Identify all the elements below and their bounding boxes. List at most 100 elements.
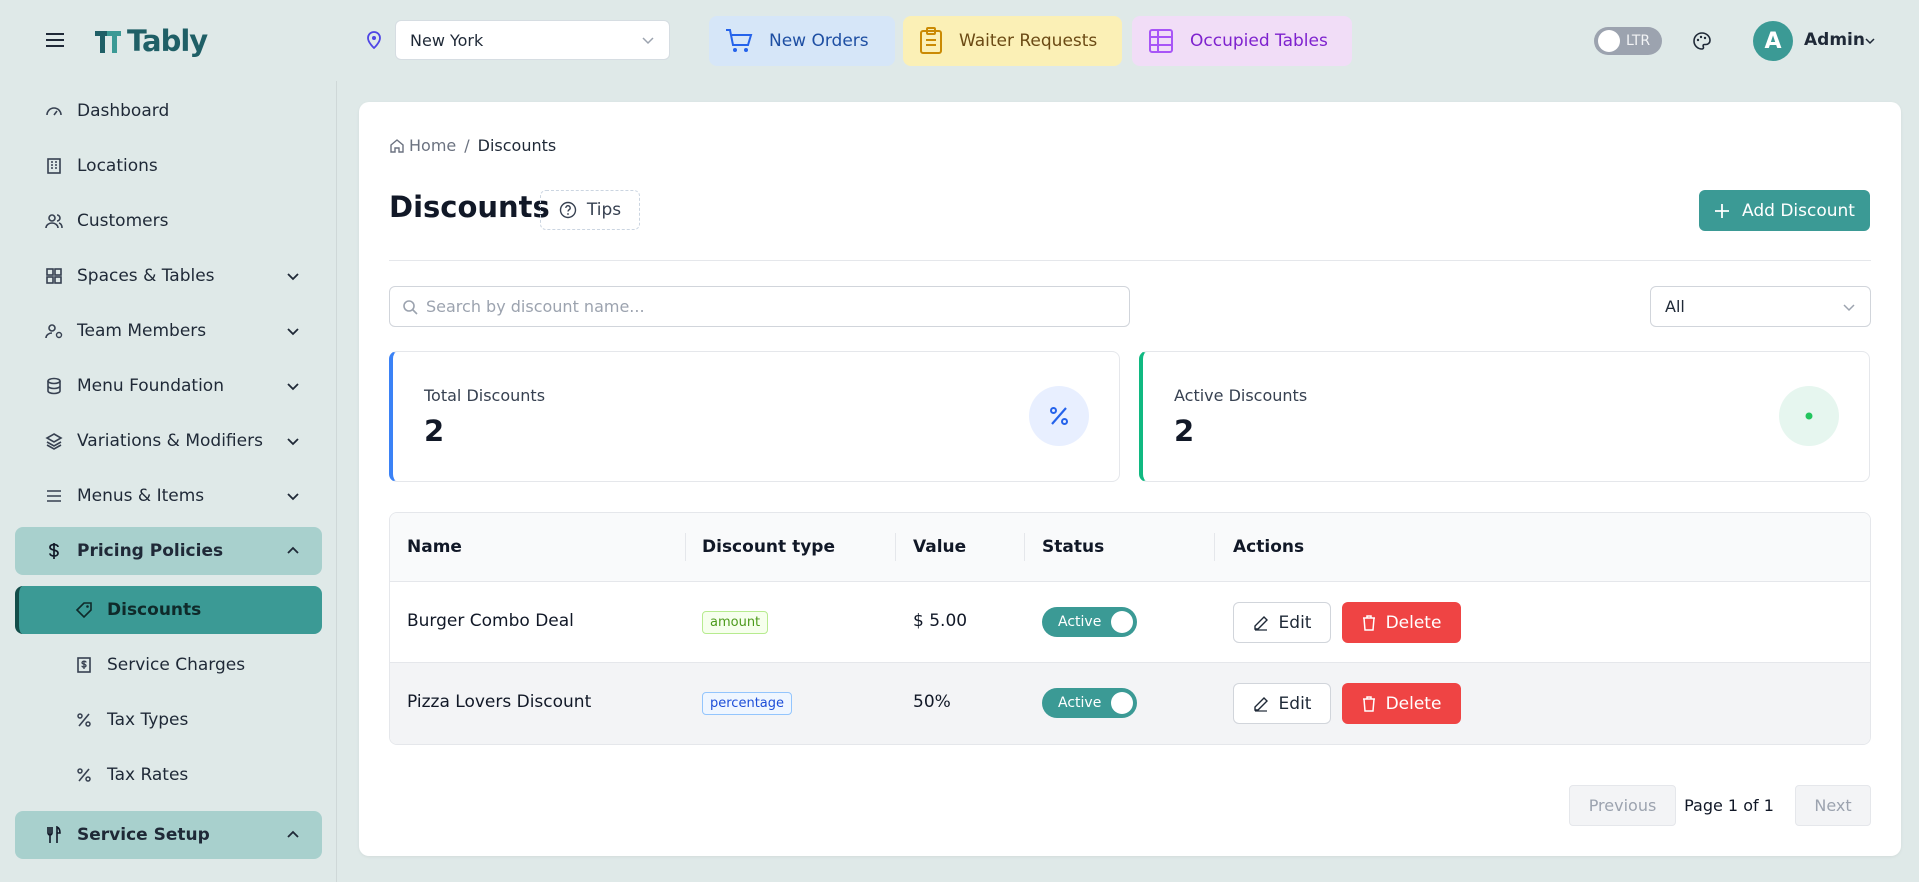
page-indicator: Page 1 of 1 xyxy=(1684,796,1774,815)
sidebar-item-label: Menus & Items xyxy=(77,486,205,506)
search-input[interactable] xyxy=(426,297,1106,316)
sidebar-item-label: Service Setup xyxy=(77,825,210,845)
location-pin-icon xyxy=(366,31,382,49)
delete-button[interactable]: Delete xyxy=(1342,683,1461,724)
chevron-down-icon xyxy=(287,383,299,391)
sidebar-sub-item-label: Tax Types xyxy=(107,710,189,730)
location-select[interactable]: New York xyxy=(395,20,670,60)
database-icon xyxy=(47,377,61,395)
chevron-down-icon xyxy=(287,493,299,501)
status-toggle[interactable]: Active xyxy=(1042,607,1137,637)
status-toggle[interactable]: Active xyxy=(1042,688,1137,718)
direction-toggle[interactable]: LTR xyxy=(1594,27,1662,55)
clipboard-icon xyxy=(920,27,942,54)
search-field[interactable] xyxy=(389,286,1130,327)
sidebar-item-team-members[interactable]: Team Members xyxy=(15,307,322,355)
discount-type-badge: percentage xyxy=(702,692,793,715)
trash-icon xyxy=(1362,695,1375,712)
occupied-tables-button[interactable]: Occupied Tables xyxy=(1132,16,1352,66)
chevron-down-icon xyxy=(642,37,654,45)
column-header-status: Status xyxy=(1042,537,1105,557)
breadcrumb-home-link[interactable]: Home xyxy=(409,136,456,155)
palette-icon[interactable] xyxy=(1692,31,1712,51)
sidebar-item-locations[interactable]: Locations xyxy=(15,142,322,190)
sidebar-sub-item-label: Discounts xyxy=(107,600,202,620)
sidebar-item-spaces-tables[interactable]: Spaces & Tables xyxy=(15,252,322,300)
delete-button[interactable]: Delete xyxy=(1342,602,1461,643)
column-header-actions: Actions xyxy=(1233,537,1305,557)
previous-page-button[interactable]: Previous xyxy=(1569,785,1676,826)
edit-button[interactable]: Edit xyxy=(1233,602,1331,643)
shopping-cart-icon xyxy=(726,29,753,52)
discount-name: Pizza Lovers Discount xyxy=(407,692,592,712)
breadcrumb-separator: / xyxy=(464,136,470,155)
column-header-discount-type: Discount type xyxy=(702,537,835,557)
next-page-button[interactable]: Next xyxy=(1795,785,1871,826)
help-circle-icon xyxy=(559,201,577,219)
table-row: Burger Combo Deal amount $ 5.00 Active E… xyxy=(390,582,1870,663)
column-divider xyxy=(685,533,686,561)
discount-type-badge: amount xyxy=(702,611,769,634)
total-discounts-card: Total Discounts 2 xyxy=(389,351,1120,482)
plus-icon xyxy=(1715,203,1730,218)
column-divider xyxy=(1024,533,1025,561)
stat-label: Total Discounts xyxy=(424,386,546,405)
breadcrumb-current: Discounts xyxy=(477,136,557,155)
discounts-table: Name Discount type Value Status Actions … xyxy=(389,512,1871,745)
new-orders-button[interactable]: New Orders xyxy=(709,16,895,66)
edit-button[interactable]: Edit xyxy=(1233,683,1331,724)
active-dot-icon xyxy=(1779,386,1839,446)
logo-text: Tably xyxy=(127,24,208,58)
column-divider xyxy=(1214,533,1215,561)
header-divider xyxy=(389,260,1871,261)
sidebar-sub-item-service-charges[interactable]: Service Charges xyxy=(15,641,322,689)
grid-icon xyxy=(46,268,62,284)
app-logo[interactable]: Tably xyxy=(93,24,208,58)
sidebar: Dashboard Locations Customers Spaces & T… xyxy=(0,81,337,882)
chevron-down-icon[interactable] xyxy=(1864,35,1876,47)
sidebar-item-pricing-policies[interactable]: Pricing Policies xyxy=(15,527,322,575)
sidebar-item-menu-foundation[interactable]: Menu Foundation xyxy=(15,362,322,410)
utensils-icon xyxy=(47,826,61,843)
sidebar-item-label: Team Members xyxy=(77,321,207,341)
sidebar-item-menus-items[interactable]: Menus & Items xyxy=(15,472,322,520)
hamburger-menu-icon[interactable] xyxy=(43,28,67,52)
sidebar-sub-item-discounts[interactable]: Discounts xyxy=(15,586,322,634)
receipt-icon xyxy=(77,657,91,673)
sidebar-sub-item-tax-types[interactable]: Tax Types xyxy=(15,696,322,744)
discount-value: $ 5.00 xyxy=(913,611,968,631)
discount-value: 50% xyxy=(913,692,951,712)
tips-button[interactable]: Tips xyxy=(540,190,640,230)
sidebar-item-service-setup[interactable]: Service Setup xyxy=(15,811,322,859)
delete-label: Delete xyxy=(1385,612,1442,633)
new-orders-label: New Orders xyxy=(769,31,869,51)
percent-icon xyxy=(77,713,91,727)
sidebar-item-variations-modifiers[interactable]: Variations & Modifiers xyxy=(15,417,322,465)
chevron-down-icon xyxy=(1843,303,1855,311)
main-panel: Home / Discounts Discounts Tips Add Disc… xyxy=(359,102,1901,856)
sidebar-item-label: Pricing Policies xyxy=(77,541,224,561)
edit-label: Edit xyxy=(1278,612,1312,633)
status-filter-select[interactable]: All xyxy=(1650,286,1871,327)
stat-label: Active Discounts xyxy=(1174,386,1308,405)
add-discount-button[interactable]: Add Discount xyxy=(1699,190,1870,231)
waiter-requests-button[interactable]: Waiter Requests xyxy=(903,16,1122,66)
gauge-icon xyxy=(46,107,62,116)
toggle-knob xyxy=(1111,611,1133,633)
user-name[interactable]: Admin xyxy=(1804,30,1865,50)
table-header: Name Discount type Value Status Actions xyxy=(390,513,1870,582)
chevron-down-icon xyxy=(287,328,299,336)
chevron-up-icon xyxy=(287,546,299,554)
stat-value: 2 xyxy=(424,414,445,448)
user-avatar[interactable]: A xyxy=(1753,21,1793,61)
breadcrumb: Home / Discounts xyxy=(389,136,556,155)
sidebar-item-dashboard[interactable]: Dashboard xyxy=(15,87,322,135)
sidebar-sub-item-tax-rates[interactable]: Tax Rates xyxy=(15,751,322,799)
sidebar-item-label: Spaces & Tables xyxy=(77,266,215,286)
toggle-knob xyxy=(1598,30,1620,52)
layers-icon xyxy=(45,433,63,450)
chevron-up-icon xyxy=(287,830,299,838)
column-header-name: Name xyxy=(407,537,462,557)
chevron-down-icon xyxy=(287,438,299,446)
sidebar-item-customers[interactable]: Customers xyxy=(15,197,322,245)
